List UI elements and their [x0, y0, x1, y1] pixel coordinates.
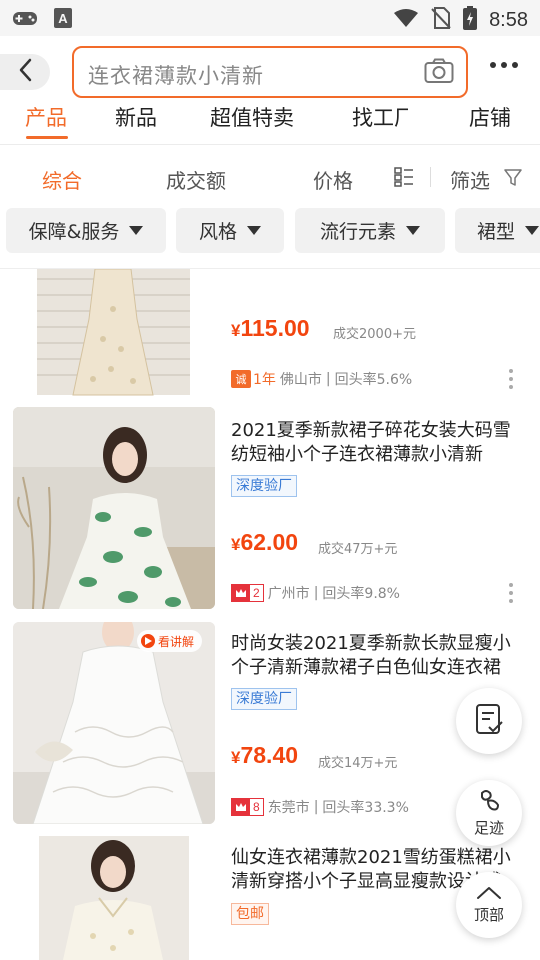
sort-comprehensive[interactable]: 综合 — [42, 165, 82, 194]
product-price: ¥115.00 — [231, 315, 310, 341]
tab-deals[interactable]: 超值特卖 — [210, 102, 294, 132]
chip-guarantee[interactable]: 保障&服务 — [6, 208, 166, 253]
repurchase-rate: 回头率9.8% — [322, 586, 400, 602]
seller-city: 广州市 — [267, 586, 310, 602]
chip-label: 风格 — [198, 221, 237, 243]
arrow-up-icon — [476, 886, 502, 904]
product-card[interactable]: 2021夏季新款裙子碎花女装大码雪纺短袖小个子连衣裙薄款小清新 深度验厂 ¥62… — [0, 407, 540, 613]
crown-icon — [232, 798, 250, 816]
footprint-label: 足迹 — [473, 818, 504, 837]
seller-meta: 2 广州市 | 回头率9.8% — [231, 583, 400, 603]
sort-separator — [430, 167, 431, 187]
meta-separator: | — [325, 371, 331, 387]
filter-icon[interactable] — [504, 169, 522, 191]
gamepad-icon — [12, 9, 38, 31]
sort-bar: 综合 成交额 价格 筛选 — [0, 145, 540, 207]
search-input[interactable]: 连衣裙薄款小清新 — [72, 46, 468, 98]
product-image[interactable] — [13, 269, 215, 401]
free-shipping-tag: 包邮 — [231, 903, 269, 925]
play-icon — [141, 634, 155, 648]
sold-volume: 成交2000+元 — [333, 327, 416, 342]
top-label: 顶部 — [473, 905, 504, 924]
footprint-icon — [476, 789, 502, 817]
sort-price[interactable]: 价格 — [313, 165, 353, 194]
seller-badge: 2 — [231, 584, 264, 602]
battery-icon — [463, 6, 478, 34]
chip-label: 裙型 — [477, 221, 516, 243]
back-icon — [18, 58, 32, 86]
tab-factory[interactable]: 找工厂 — [352, 102, 408, 132]
footprint-button[interactable]: 足迹 — [456, 780, 522, 846]
no-sim-icon — [431, 7, 451, 33]
product-list: ¥115.00 成交2000+元 诚 1年 佛山市 | 回头率5.6% 2021… — [0, 269, 540, 960]
category-tabs: 产品 新品 超值特卖 找工厂 店铺 — [0, 98, 540, 144]
repurchase-rate: 回头率33.3% — [322, 800, 409, 816]
more-icon[interactable] — [509, 583, 513, 603]
product-image[interactable] — [13, 836, 215, 960]
chip-dress-type[interactable]: 裙型 — [455, 208, 540, 253]
live-explain-badge[interactable]: 看讲解 — [137, 630, 203, 652]
seller-meta: 诚 1年 佛山市 | 回头率5.6% — [231, 369, 412, 389]
product-price: ¥78.40 — [231, 742, 299, 768]
chip-label: 流行元素 — [319, 221, 396, 243]
chip-label: 保障&服务 — [28, 221, 120, 243]
product-image[interactable]: 看讲解 — [13, 622, 215, 824]
product-price: ¥62.00 — [231, 529, 299, 555]
live-label: 看讲解 — [158, 634, 195, 649]
seller-badge: 诚 1年 — [231, 369, 276, 389]
wifi-icon — [393, 8, 419, 32]
active-tab-indicator — [26, 136, 68, 139]
repurchase-rate: 回头率5.6% — [334, 372, 413, 388]
chip-trend[interactable]: 流行元素 — [295, 208, 445, 253]
tab-shops[interactable]: 店铺 — [469, 102, 511, 132]
caret-down-icon — [129, 226, 144, 235]
back-to-top-button[interactable]: 顶部 — [456, 872, 522, 938]
status-bar: A 8:58 — [0, 0, 540, 36]
crown-icon — [232, 584, 250, 602]
filter-button[interactable]: 筛选 — [450, 165, 490, 194]
sold-volume: 成交14万+元 — [318, 756, 398, 771]
product-image[interactable] — [13, 407, 215, 609]
product-title[interactable]: 时尚女装2021夏季新款长款显瘦小个子清新薄款裙子白色仙女连衣裙 — [231, 632, 527, 680]
product-tag: 深度验厂 — [231, 475, 297, 497]
search-query: 连衣裙薄款小清新 — [88, 64, 264, 88]
filter-chips: 保障&服务 风格 流行元素 裙型 — [0, 208, 540, 256]
seller-city: 东莞市 — [267, 800, 310, 816]
seller-city: 佛山市 — [279, 372, 322, 388]
chip-style[interactable]: 风格 — [176, 208, 284, 253]
tab-products[interactable]: 产品 — [25, 102, 67, 132]
tab-new[interactable]: 新品 — [115, 102, 157, 132]
text-a-icon: A — [54, 8, 72, 32]
meta-separator: | — [313, 799, 319, 815]
svg-text:A: A — [58, 11, 68, 26]
sold-volume: 成交47万+元 — [318, 542, 398, 557]
seller-badge: 8 — [231, 798, 264, 816]
product-title[interactable]: 2021夏季新款裙子碎花女装大码雪纺短袖小个子连衣裙薄款小清新 — [231, 419, 527, 467]
more-icon[interactable] — [509, 369, 513, 389]
product-card[interactable]: ¥115.00 成交2000+元 诚 1年 佛山市 | 回头率5.6% — [0, 269, 540, 401]
caret-down-icon — [247, 226, 261, 235]
list-view-icon[interactable] — [394, 167, 414, 191]
back-button[interactable] — [0, 54, 50, 90]
status-time: 8:58 — [489, 8, 528, 31]
caret-down-icon — [525, 226, 540, 235]
caret-down-icon — [406, 226, 420, 235]
sort-volume[interactable]: 成交额 — [166, 165, 226, 194]
search-header: 连衣裙薄款小清新 — [0, 36, 540, 98]
clipboard-icon — [474, 703, 504, 739]
seller-meta: 8 东莞市 | 回头率33.3% — [231, 797, 409, 817]
product-tag: 深度验厂 — [231, 688, 297, 710]
order-list-button[interactable] — [456, 688, 522, 754]
more-icon[interactable] — [490, 62, 518, 68]
meta-separator: | — [313, 585, 319, 601]
camera-icon[interactable] — [424, 58, 454, 88]
verified-icon: 诚 — [231, 370, 251, 388]
